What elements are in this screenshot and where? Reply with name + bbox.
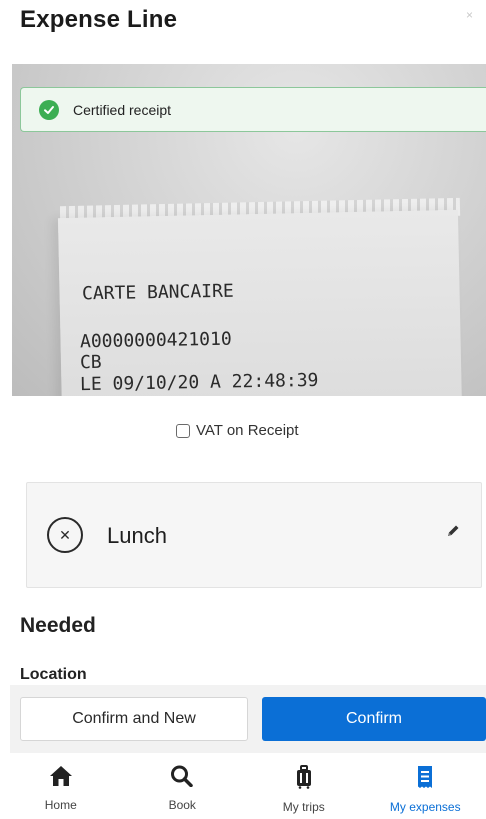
tab-my-expenses[interactable]: My expenses (365, 753, 486, 819)
luggage-icon (292, 765, 316, 794)
page-title: Expense Line (20, 6, 178, 33)
tab-label: Home (44, 798, 77, 812)
tab-book[interactable]: Book (122, 753, 244, 819)
close-icon[interactable]: × (466, 8, 473, 22)
vat-checkbox[interactable] (176, 423, 190, 438)
receipt-text-line: LE 09/10/20 A 22:48:39 (79, 369, 319, 396)
tab-label: Book (168, 798, 196, 812)
pencil-icon[interactable] (445, 523, 461, 544)
receipt-text-line: CARTE BANCAIRE (81, 280, 234, 305)
confirm-button[interactable]: Confirm (262, 697, 486, 741)
tab-label: My expenses (389, 800, 461, 814)
tab-home[interactable]: Home (0, 753, 122, 819)
category-label: Lunch (107, 523, 167, 548)
receipt-icon (413, 765, 437, 794)
confirm-and-new-button[interactable]: Confirm and New (20, 697, 248, 741)
home-icon (49, 765, 73, 792)
close-circle-icon[interactable]: ✕ (47, 517, 83, 553)
receipt-text-line: CB (79, 351, 102, 374)
action-bar: Confirm and New Confirm (10, 685, 486, 753)
vat-label[interactable]: VAT on Receipt (196, 422, 299, 439)
needed-section-title: Needed (20, 614, 96, 637)
bottom-tab-bar: Home Book My trips My expenses (0, 753, 486, 819)
tab-label: My trips (282, 800, 325, 814)
location-label: Location (20, 666, 87, 683)
expense-category-card[interactable]: ✕ Lunch (26, 482, 482, 588)
check-circle-icon (39, 99, 59, 120)
vat-checkbox-row[interactable]: VAT on Receipt (176, 422, 299, 439)
tab-my-trips[interactable]: My trips (243, 753, 365, 819)
certified-receipt-label: Certified receipt (73, 101, 172, 118)
receipt-text-line: A0000000421010 (79, 328, 232, 353)
search-icon (170, 765, 194, 792)
certified-receipt-banner: Certified receipt (20, 87, 486, 132)
